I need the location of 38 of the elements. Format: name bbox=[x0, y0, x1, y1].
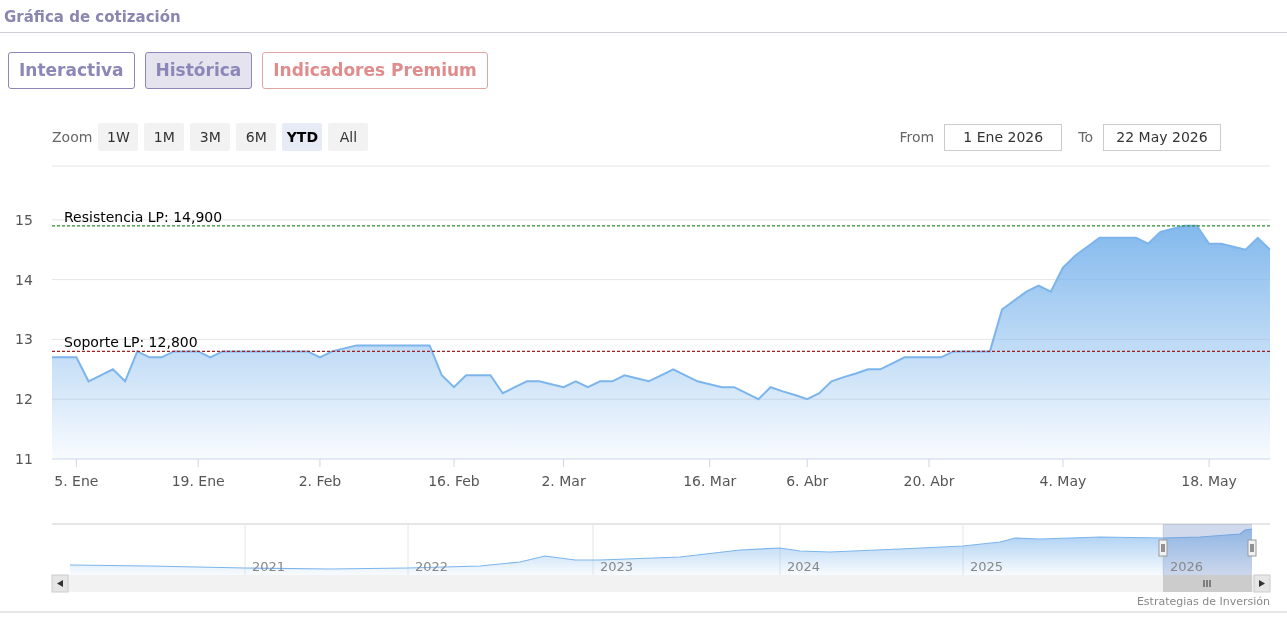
x-axis-label: 6. Abr bbox=[786, 473, 829, 489]
zoom-button[interactable]: YTD bbox=[282, 123, 323, 151]
navigator-handle[interactable] bbox=[1158, 539, 1168, 557]
y-axis-label: 14 bbox=[15, 271, 33, 288]
from-label: From bbox=[899, 127, 935, 147]
to-date-field[interactable]: 22 May 2026 bbox=[1103, 123, 1221, 151]
y-axis-label: 12 bbox=[15, 391, 33, 408]
zoom-button[interactable]: 1W bbox=[98, 123, 139, 151]
y-axis-label: 15 bbox=[15, 211, 33, 228]
zoom-button[interactable]: 6M bbox=[236, 123, 277, 151]
navigator-handle[interactable] bbox=[1247, 539, 1257, 557]
year-label: 2024 bbox=[787, 559, 821, 574]
from-date-field[interactable]: 1 Ene 2026 bbox=[944, 123, 1063, 151]
x-axis-label: 5. Ene bbox=[54, 473, 99, 489]
zoom-button[interactable]: All bbox=[328, 123, 369, 151]
zoom-button[interactable]: 3M bbox=[190, 123, 231, 151]
x-axis-label: 2. Mar bbox=[541, 473, 586, 489]
year-label: 2026 bbox=[1170, 559, 1204, 574]
x-axis-label: 19. Ene bbox=[171, 473, 225, 489]
x-axis-label: 16. Mar bbox=[683, 473, 737, 489]
x-axis-label: 2. Feb bbox=[298, 473, 342, 489]
x-axis-label: 16. Feb bbox=[428, 473, 480, 489]
year-label: 2023 bbox=[600, 559, 634, 574]
zoom-label: Zoom bbox=[52, 127, 93, 147]
chart-credit[interactable]: Estrategias de Inversión bbox=[1136, 595, 1270, 608]
x-axis-label: 4. May bbox=[1039, 473, 1087, 489]
y-axis-label: 13 bbox=[15, 331, 33, 348]
navigator-selection[interactable] bbox=[1163, 524, 1252, 575]
scrollbar[interactable] bbox=[51, 574, 1271, 593]
year-label: 2025 bbox=[970, 559, 1004, 574]
level-label: Resistencia LP: 14,900 bbox=[64, 208, 223, 225]
level-label: Soporte LP: 12,800 bbox=[64, 334, 198, 351]
x-axis-label: 18. May bbox=[1181, 473, 1237, 489]
x-axis-label: 20. Abr bbox=[903, 473, 955, 489]
y-axis-label: 11 bbox=[15, 451, 33, 467]
section-title: Gráfica de cotización bbox=[3, 7, 182, 28]
to-label: To bbox=[1078, 127, 1093, 147]
zoom-button[interactable]: 1M bbox=[144, 123, 185, 151]
